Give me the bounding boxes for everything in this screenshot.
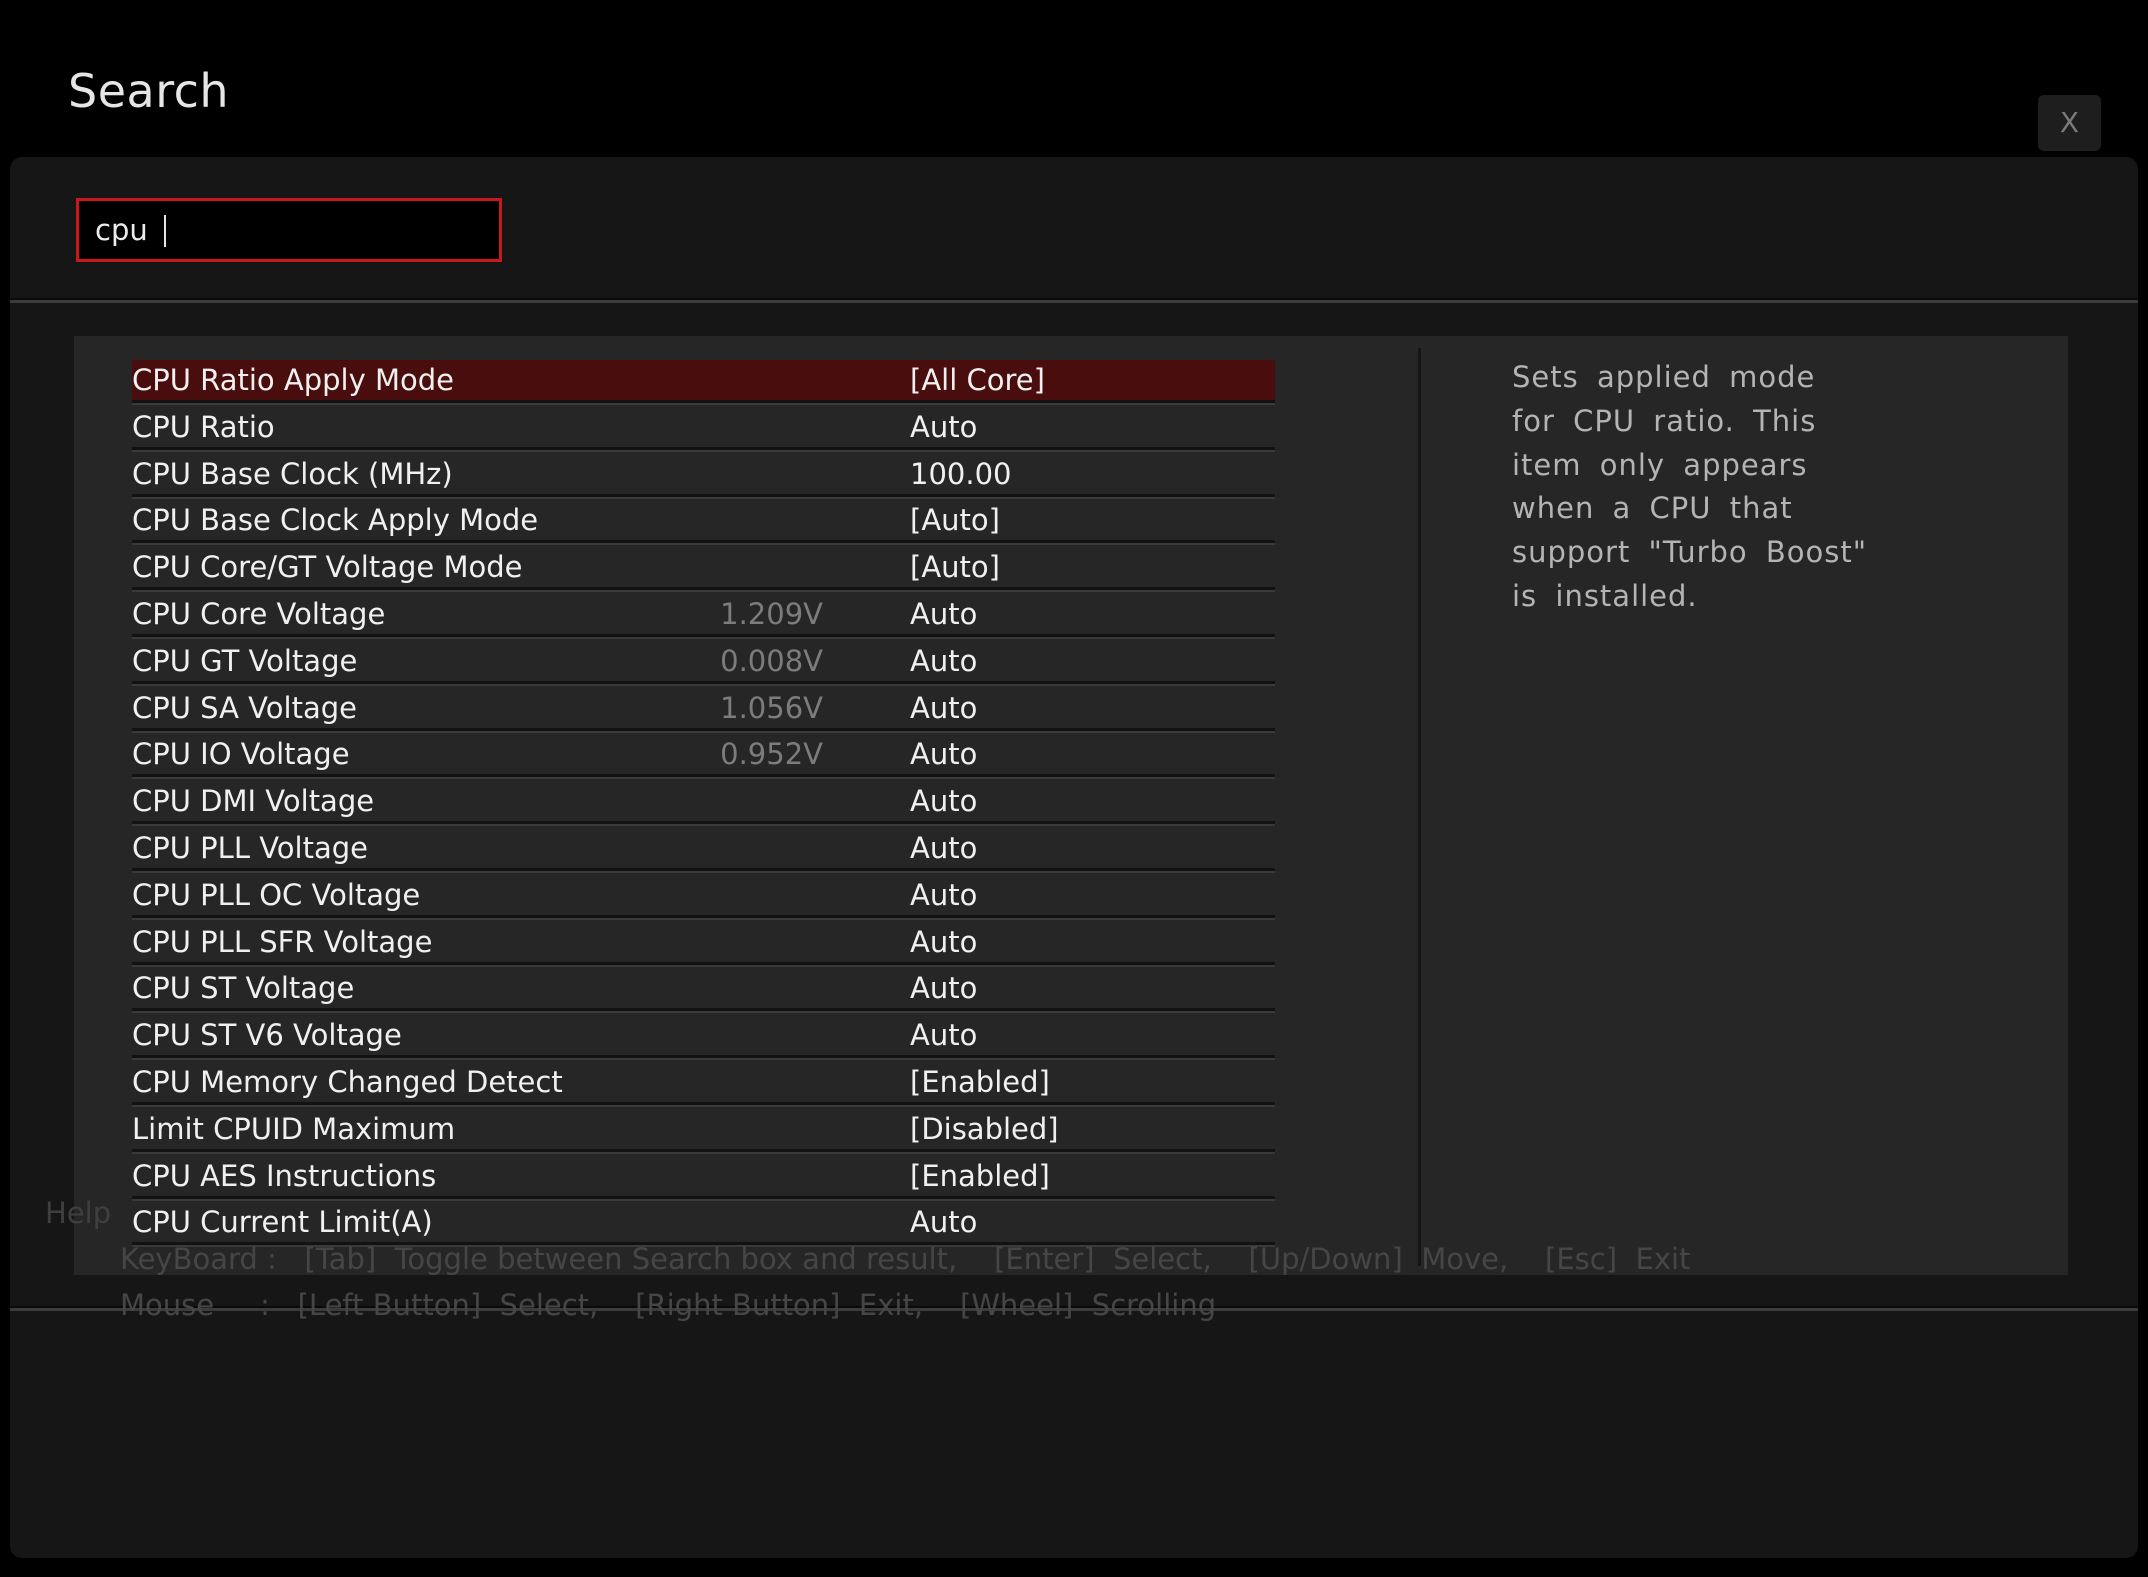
result-value[interactable]: Auto (910, 875, 977, 915)
result-value[interactable]: [All Core] (910, 360, 1045, 400)
result-row[interactable]: CPU AES Instructions [Enabled] (132, 1156, 1275, 1199)
result-row[interactable]: CPU IO Voltage 0.952V Auto (132, 734, 1275, 778)
result-name: CPU PLL OC Voltage (132, 877, 421, 912)
result-row[interactable]: CPU Memory Changed Detect [Enabled] (132, 1062, 1275, 1105)
dialog-title: Search (68, 64, 230, 118)
help-title: Help (45, 1196, 112, 1230)
result-row[interactable]: CPU ST V6 Voltage Auto (132, 1015, 1275, 1059)
result-value[interactable]: Auto (910, 407, 977, 447)
result-row[interactable]: Limit CPUID Maximum [Disabled] (132, 1109, 1275, 1152)
result-row[interactable]: CPU PLL SFR Voltage Auto (132, 922, 1275, 965)
result-row[interactable]: CPU Ratio Apply Mode [All Core] (132, 360, 1275, 403)
result-row[interactable]: CPU PLL Voltage Auto (132, 828, 1275, 871)
result-reading: 0.952V (720, 737, 823, 772)
result-name: CPU Current Limit(A) (132, 1205, 433, 1240)
result-value[interactable]: 100.00 (910, 454, 1011, 494)
results-panel: CPU Ratio Apply Mode [All Core] CPU Ratio A… (74, 336, 2068, 1275)
result-row[interactable]: CPU SA Voltage 1.056V Auto (132, 688, 1275, 731)
result-name: CPU Core Voltage (132, 596, 386, 631)
result-name: CPU Base Clock (MHz) (132, 456, 453, 491)
result-row[interactable]: CPU Core Voltage 1.209V Auto (132, 594, 1275, 637)
result-value[interactable]: Auto (910, 688, 977, 728)
result-name: Limit CPUID Maximum (132, 1111, 456, 1146)
result-name: CPU ST V6 Voltage (132, 1018, 402, 1053)
item-description: Sets applied mode for CPU ratio. This it… (1512, 360, 1868, 613)
result-name: CPU Memory Changed Detect (132, 1064, 563, 1099)
result-value[interactable]: Auto (910, 828, 977, 868)
result-name: CPU IO Voltage (132, 737, 350, 772)
main-panel: CPU Ratio Apply Mode [All Core] CPU Ratio A… (10, 157, 2138, 1558)
search-dialog: Search X CPU Ratio Apply Mode[All Core]C… (0, 0, 2148, 1577)
result-value[interactable]: [Enabled] (910, 1062, 1050, 1102)
result-name: CPU GT Voltage (132, 643, 358, 678)
result-name: CPU Ratio (132, 409, 275, 444)
result-value[interactable]: Auto (910, 781, 977, 821)
result-row[interactable]: CPU ST Voltage Auto (132, 968, 1275, 1012)
result-name: CPU Ratio Apply Mode (132, 363, 454, 397)
result-row[interactable]: CPU Base Clock (MHz) 100.00 (132, 454, 1275, 497)
result-reading: 1.209V (720, 596, 823, 631)
result-reading: 0.008V (720, 643, 823, 678)
result-name: CPU SA Voltage (132, 690, 357, 725)
result-value[interactable]: [Auto] (910, 500, 1000, 540)
result-row[interactable]: CPU GT Voltage 0.008V Auto (132, 641, 1275, 684)
result-row[interactable]: CPU Ratio Auto (132, 407, 1275, 450)
vertical-divider (1418, 348, 1421, 1266)
close-icon: X (2059, 106, 2080, 139)
help-mouse-line: Mouse : [Left Button] Select, [Right But… (120, 1288, 1217, 1322)
result-value[interactable]: Auto (910, 968, 977, 1008)
result-value[interactable]: [Disabled] (910, 1109, 1059, 1149)
help-keyboard-line: KeyBoard : [Tab] Toggle between Search b… (120, 1242, 1691, 1276)
result-reading: 1.056V (720, 690, 823, 725)
text-caret (164, 215, 166, 247)
divider-top (10, 298, 2138, 303)
result-row[interactable]: CPU Current Limit(A) Auto (132, 1202, 1275, 1246)
result-value[interactable]: [Enabled] (910, 1156, 1050, 1196)
result-name: CPU Core/GT Voltage Mode (132, 550, 523, 585)
close-button[interactable]: X (2038, 95, 2101, 151)
search-input[interactable] (79, 201, 499, 259)
result-name: CPU PLL SFR Voltage (132, 924, 433, 959)
result-value[interactable]: Auto (910, 641, 977, 681)
result-row[interactable]: CPU Core/GT Voltage Mode [Auto] (132, 547, 1275, 591)
result-value[interactable]: Auto (910, 922, 977, 962)
results-list[interactable]: CPU Ratio Apply Mode [All Core] CPU Ratio A… (132, 360, 1275, 1249)
result-row[interactable]: CPU DMI Voltage Auto (132, 781, 1275, 825)
result-row[interactable]: CPU Base Clock Apply Mode [Auto] (132, 500, 1275, 544)
result-name: CPU Base Clock Apply Mode (132, 503, 539, 538)
result-value[interactable]: Auto (910, 1015, 977, 1055)
result-value[interactable]: Auto (910, 594, 977, 634)
search-box[interactable] (76, 198, 502, 262)
result-name: CPU ST Voltage (132, 971, 355, 1006)
result-name: CPU PLL Voltage (132, 830, 368, 865)
result-row[interactable]: CPU PLL OC Voltage Auto (132, 875, 1275, 918)
result-name: CPU DMI Voltage (132, 784, 375, 819)
result-value[interactable]: Auto (910, 1202, 977, 1242)
result-value[interactable]: Auto (910, 734, 977, 774)
result-name: CPU AES Instructions (132, 1158, 437, 1193)
result-value[interactable]: [Auto] (910, 547, 1000, 587)
